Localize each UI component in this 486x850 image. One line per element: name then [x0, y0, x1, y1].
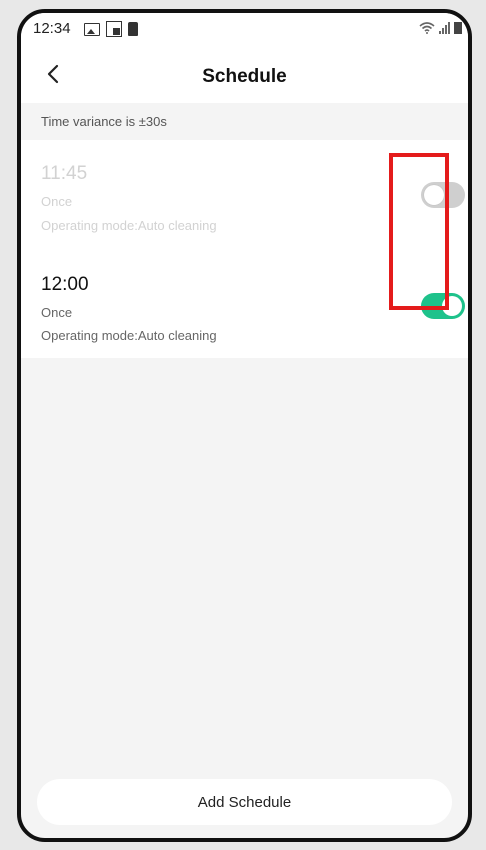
signal-icon — [439, 22, 450, 34]
schedule-toggle-off[interactable] — [421, 182, 465, 208]
schedule-time: 11:45 — [41, 163, 88, 184]
wifi-icon — [419, 22, 435, 34]
schedule-time: 12:00 — [41, 274, 89, 295]
schedule-list: 11:45 Once Operating mode:Auto cleaning … — [21, 140, 468, 358]
flipboard-icon — [106, 21, 122, 37]
page-title: Schedule — [202, 66, 287, 87]
system-icons — [419, 21, 462, 34]
photo-icon — [84, 22, 100, 36]
schedule-frequency: Once — [41, 305, 73, 320]
phone-frame: 12:34 Schedule Time variance is ±30s 11:… — [17, 9, 472, 842]
schedule-mode: Operating mode:Auto cleaning — [41, 218, 217, 233]
status-time: 12:34 — [33, 20, 71, 37]
status-bar: 12:34 — [21, 13, 468, 47]
notification-icons — [84, 21, 138, 37]
add-schedule-button[interactable]: Add Schedule — [37, 779, 452, 825]
schedule-toggle-on[interactable] — [421, 293, 465, 319]
schedule-frequency: Once — [41, 194, 73, 209]
schedule-item[interactable]: 12:00 Once Operating mode:Auto cleaning — [21, 250, 468, 360]
toggle-knob — [442, 296, 462, 316]
schedule-item[interactable]: 11:45 Once Operating mode:Auto cleaning — [21, 140, 468, 250]
clipboard-icon — [128, 22, 138, 36]
time-variance-note: Time variance is ±30s — [41, 114, 167, 129]
schedule-mode: Operating mode:Auto cleaning — [41, 328, 217, 343]
battery-icon — [454, 22, 462, 34]
toggle-knob — [424, 185, 444, 205]
app-header: Schedule — [21, 47, 468, 103]
